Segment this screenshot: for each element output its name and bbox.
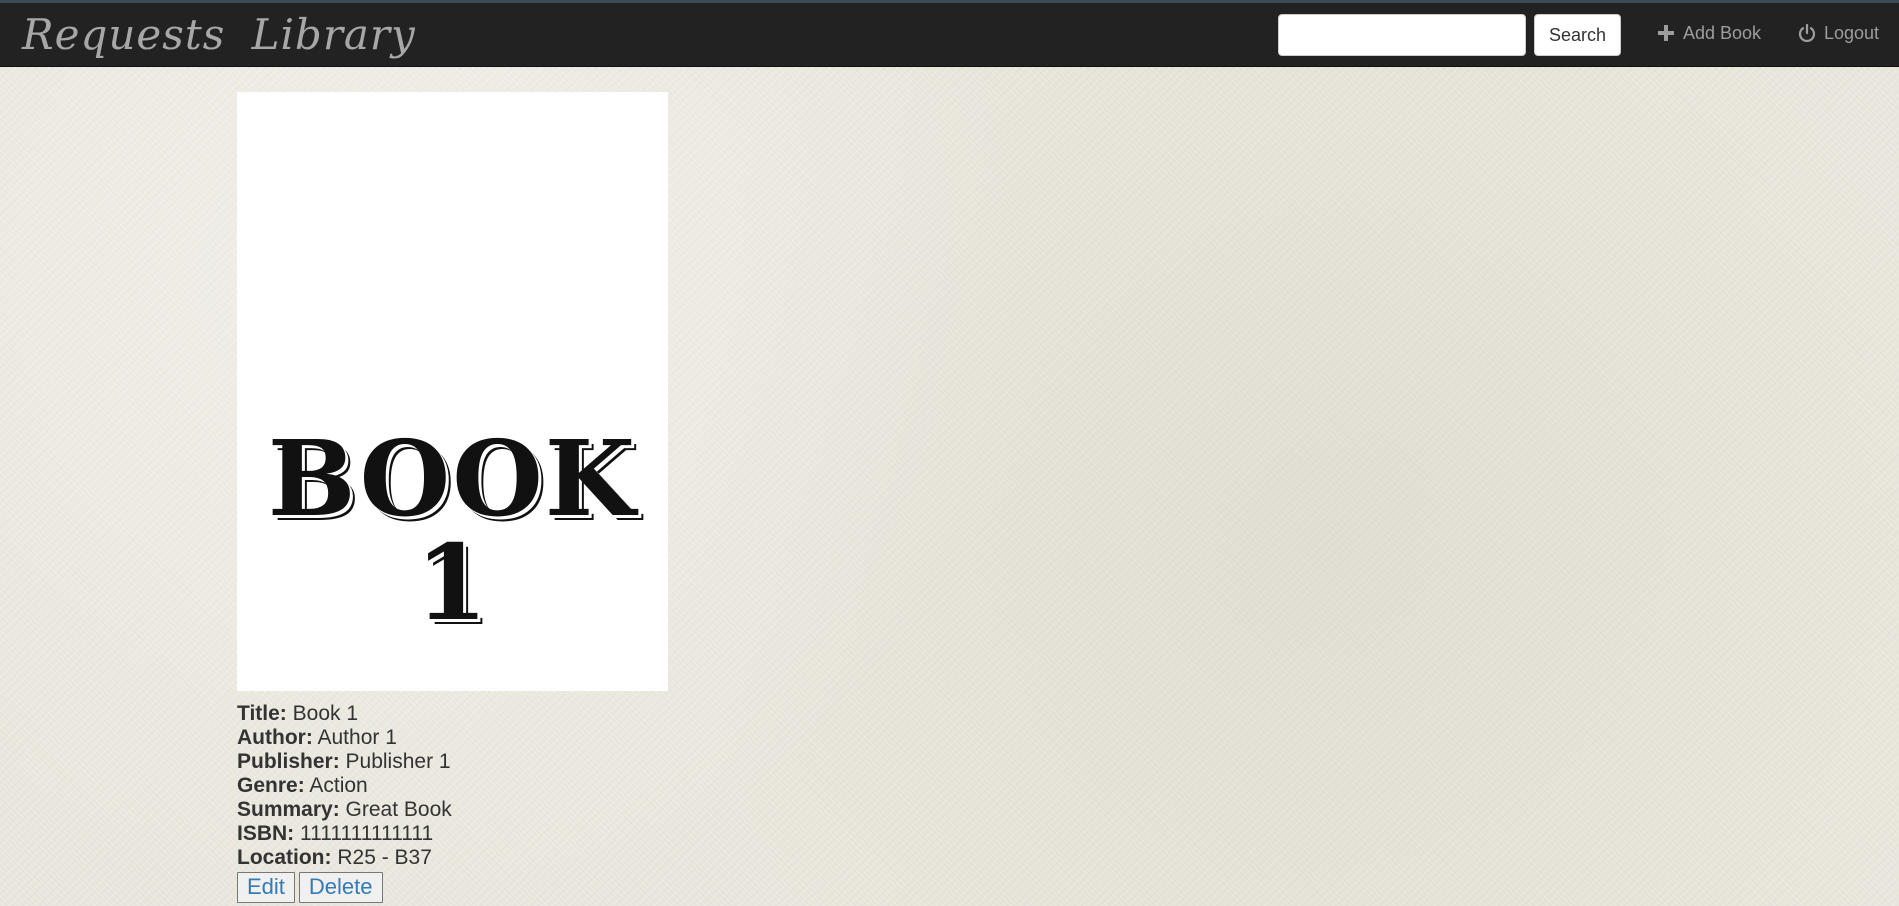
search-button[interactable]: Search bbox=[1534, 14, 1621, 56]
author-label: Author: bbox=[237, 726, 313, 749]
isbn-row: ISBN: 1111111111111 bbox=[237, 822, 668, 846]
title-label: Title: bbox=[237, 702, 287, 725]
genre-value: Action bbox=[309, 774, 368, 797]
plus-icon bbox=[1658, 25, 1674, 41]
edit-button[interactable]: Edit bbox=[237, 872, 295, 903]
book-actions: Edit Delete bbox=[237, 872, 668, 903]
logout-label: Logout bbox=[1824, 23, 1880, 43]
publisher-label: Publisher: bbox=[237, 750, 340, 773]
publisher-row: Publisher: Publisher 1 bbox=[237, 750, 668, 774]
title-value: Book 1 bbox=[292, 702, 359, 725]
power-icon bbox=[1798, 24, 1816, 42]
genre-label: Genre: bbox=[237, 774, 305, 797]
add-book-link[interactable]: Add Book bbox=[1657, 21, 1761, 45]
top-navbar: Requests Library Search Add Book Logout bbox=[0, 0, 1899, 67]
add-book-label: Add Book bbox=[1683, 23, 1762, 43]
location-label: Location: bbox=[237, 846, 332, 869]
cover-title-text: BOOK 1 bbox=[267, 417, 638, 644]
search-input[interactable] bbox=[1278, 14, 1526, 56]
book-cover-image: BOOK 1 bbox=[237, 92, 668, 691]
book-details: Title: Book 1 Author: Author 1 Publisher… bbox=[237, 702, 668, 903]
delete-button[interactable]: Delete bbox=[298, 872, 383, 903]
author-row: Author: Author 1 bbox=[237, 726, 668, 750]
summary-label: Summary: bbox=[237, 798, 340, 821]
isbn-value: 1111111111111 bbox=[300, 822, 434, 845]
location-row: Location: R25 - B37 bbox=[237, 846, 668, 870]
logout-link[interactable]: Logout bbox=[1798, 21, 1879, 45]
isbn-label: ISBN: bbox=[237, 822, 295, 845]
title-row: Title: Book 1 bbox=[237, 702, 668, 726]
location-value: R25 - B37 bbox=[337, 846, 432, 869]
genre-row: Genre: Action bbox=[237, 774, 668, 798]
book-detail: BOOK 1 Title: Book 1 Author: Author 1 Pu… bbox=[237, 92, 668, 903]
summary-row: Summary: Great Book bbox=[237, 798, 668, 822]
author-value: Author 1 bbox=[317, 726, 397, 749]
publisher-value: Publisher 1 bbox=[345, 750, 451, 773]
brand-logo[interactable]: Requests Library bbox=[22, 7, 416, 63]
summary-value: Great Book bbox=[345, 798, 452, 821]
